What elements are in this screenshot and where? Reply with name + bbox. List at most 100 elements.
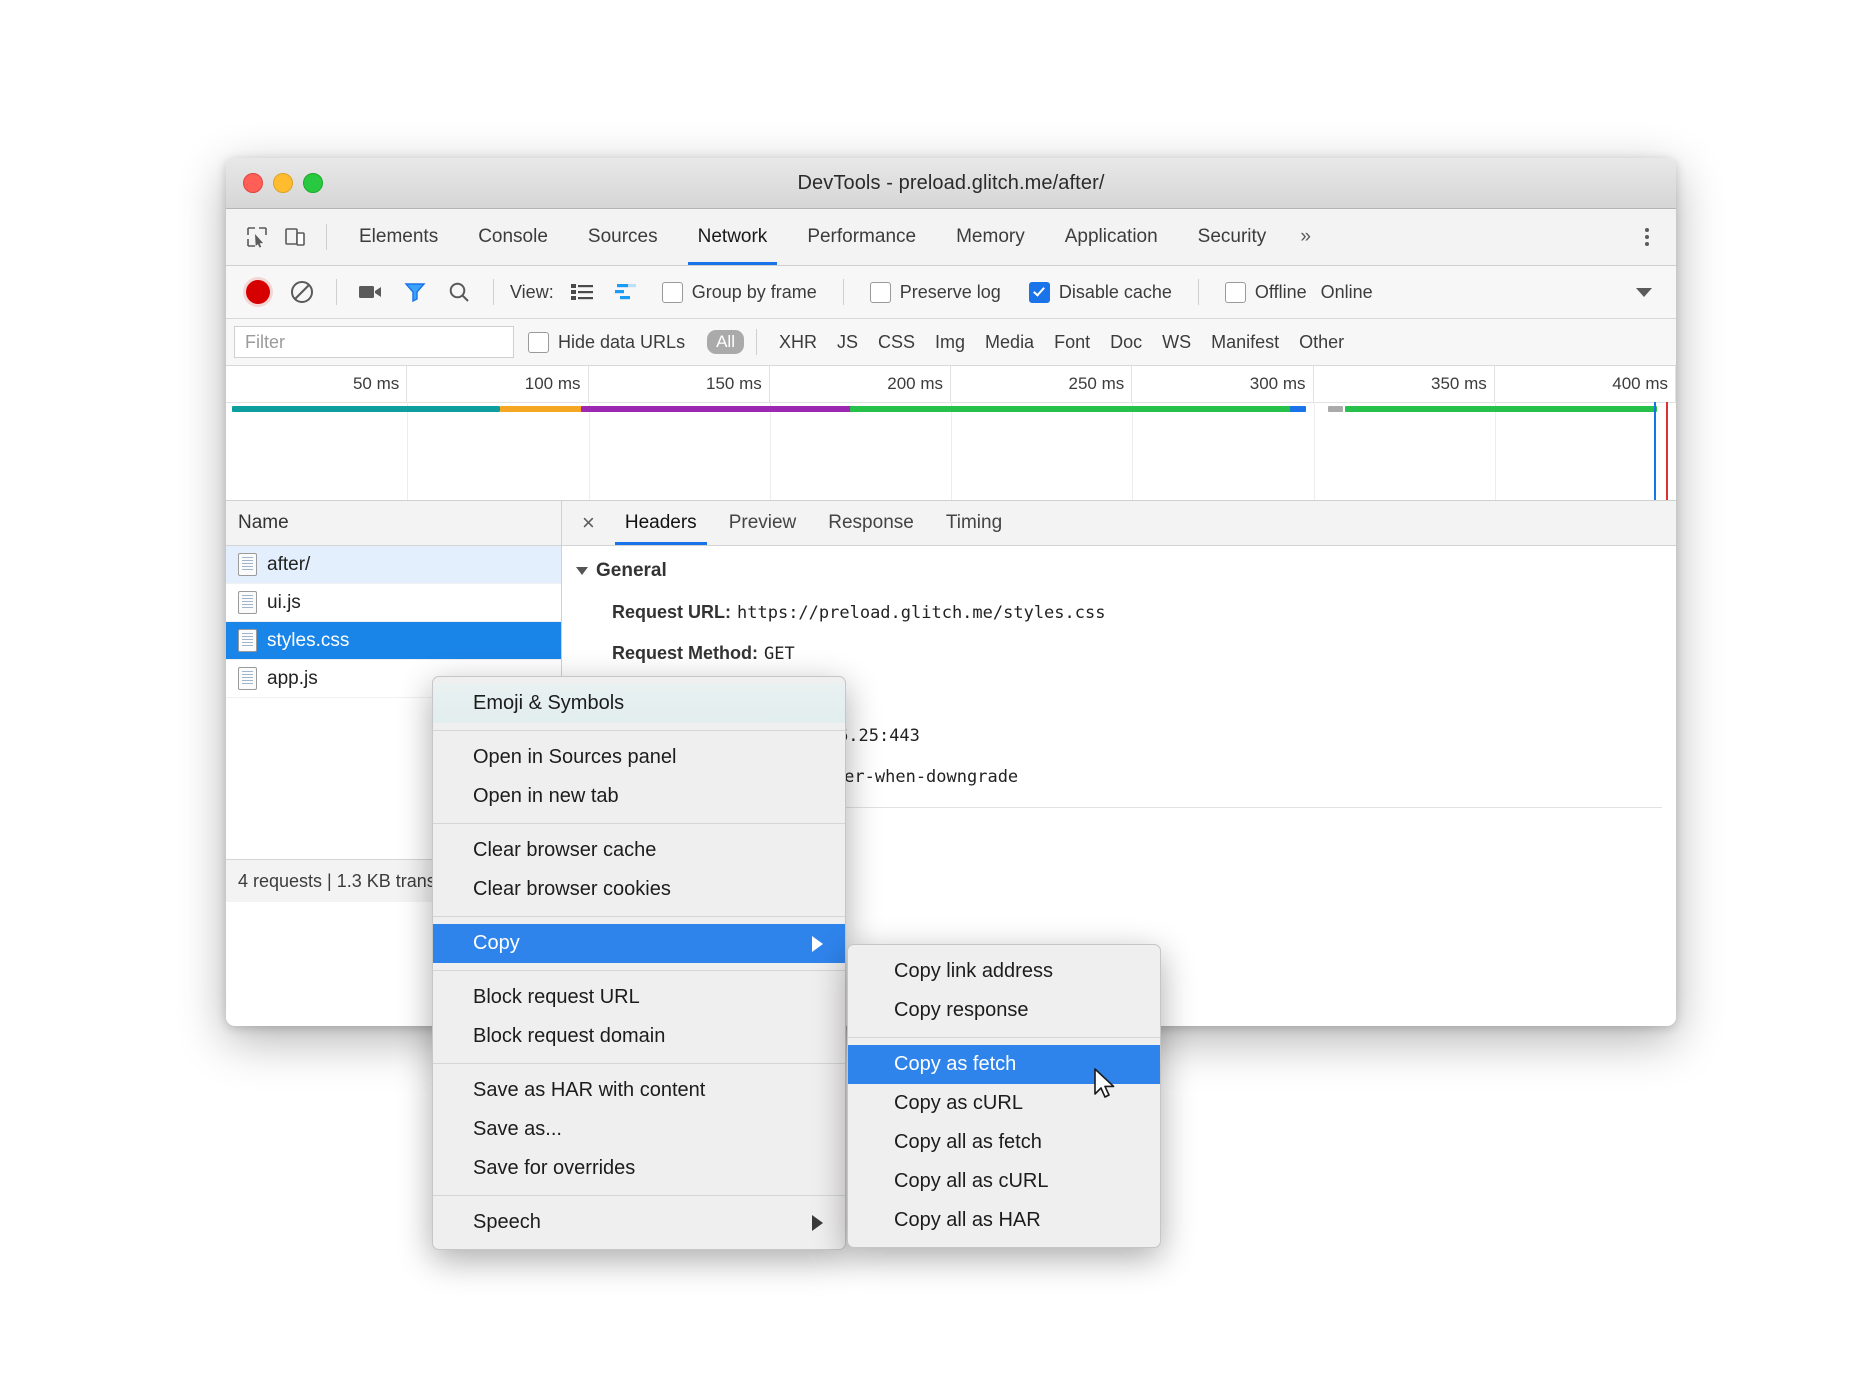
menu-item-copy-response[interactable]: Copy response [848,991,1160,1030]
context-menu[interactable]: Emoji & Symbols Open in Sources panel Op… [432,676,846,1250]
hide-data-urls-checkbox[interactable]: Hide data URLs [528,332,685,353]
menu-item-label: Copy link address [894,960,1053,983]
general-section-header[interactable]: General [576,560,1676,582]
timeline-bar [232,406,500,412]
tab-response[interactable]: Response [812,501,930,545]
menu-item-clear-browser-cookies[interactable]: Clear browser cookies [433,870,845,909]
menu-item-block-request-url[interactable]: Block request URL [433,978,845,1017]
column-header-name[interactable]: Name [226,501,561,546]
table-row[interactable]: ui.js [226,584,561,622]
tab-network[interactable]: Network [678,209,788,265]
tab-security[interactable]: Security [1178,209,1287,265]
filter-type-font[interactable]: Font [1044,332,1100,353]
menu-item-label: Copy all as cURL [894,1170,1049,1193]
menu-item-label: Open in Sources panel [473,746,676,769]
filter-type-ws[interactable]: WS [1152,332,1201,353]
preserve-log-checkbox[interactable]: Preserve log [870,282,1001,303]
filter-type-xhr[interactable]: XHR [769,332,827,353]
search-input[interactable]: Filter [234,326,514,358]
tab-elements[interactable]: Elements [339,209,458,265]
divider [326,224,327,250]
list-view-icon[interactable] [560,270,604,314]
menu-item-speech[interactable]: Speech [433,1203,845,1242]
tab-headers[interactable]: Headers [609,501,713,545]
table-row[interactable]: after/ [226,546,561,584]
close-icon[interactable]: × [576,512,609,534]
record-button-icon[interactable] [236,270,280,314]
menu-item-open-in-new-tab[interactable]: Open in new tab [433,777,845,816]
chevron-down-icon[interactable] [1622,270,1666,314]
title-bar: DevTools - preload.glitch.me/after/ [226,158,1676,209]
filter-type-js[interactable]: JS [827,332,868,353]
disable-cache-checkbox[interactable]: Disable cache [1029,282,1172,303]
filter-type-other[interactable]: Other [1289,332,1354,353]
network-overview-timeline[interactable]: 50 ms 100 ms 150 ms 200 ms 250 ms 300 ms… [226,366,1676,501]
tab-label: Headers [625,512,697,534]
filter-type-manifest[interactable]: Manifest [1201,332,1289,353]
filter-type-media[interactable]: Media [975,332,1044,353]
menu-item-copy[interactable]: Copy [433,924,845,963]
menu-item-save-as[interactable]: Save as... [433,1110,845,1149]
timeline-tick: 250 ms [951,366,1132,402]
tab-label: Sources [588,226,658,248]
request-name: after/ [267,554,310,576]
document-icon [238,553,257,576]
tab-application[interactable]: Application [1045,209,1178,265]
inspect-element-icon[interactable] [238,218,276,256]
menu-item-copy-all-as-fetch[interactable]: Copy all as fetch [848,1123,1160,1162]
menu-item-clear-browser-cache[interactable]: Clear browser cache [433,831,845,870]
menu-item-save-for-overrides[interactable]: Save for overrides [433,1149,845,1188]
menu-item-label: Copy as fetch [894,1053,1016,1076]
checkbox-box [528,332,549,353]
clear-icon[interactable] [280,270,324,314]
filter-type-all[interactable]: All [707,330,744,354]
menu-item-label: Copy [473,932,520,955]
menu-item-open-in-sources-panel[interactable]: Open in Sources panel [433,738,845,777]
tab-preview[interactable]: Preview [713,501,813,545]
magnifier-icon[interactable] [437,270,481,314]
filter-type-css[interactable]: CSS [868,332,925,353]
filter-type-doc[interactable]: Doc [1100,332,1152,353]
tab-console[interactable]: Console [458,209,568,265]
menu-separator [848,1037,1160,1038]
table-row[interactable]: styles.css [226,622,561,660]
timeline-marker-dcl [1654,402,1656,500]
filter-type-img[interactable]: Img [925,332,975,353]
general-request-url: Request URL: https://preload.glitch.me/s… [612,602,1676,623]
checkbox-label: Disable cache [1059,282,1172,303]
menu-item-copy-link-address[interactable]: Copy link address [848,952,1160,991]
tab-memory[interactable]: Memory [936,209,1045,265]
divider [493,279,494,305]
menu-item-copy-all-as-curl[interactable]: Copy all as cURL [848,1162,1160,1201]
more-tabs-icon[interactable]: » [1286,226,1325,248]
request-name: ui.js [267,592,301,614]
waterfall-view-icon[interactable] [604,270,648,314]
tab-performance[interactable]: Performance [787,209,936,265]
tab-label: Elements [359,226,438,248]
triangle-down-icon [576,567,588,575]
throttling-value[interactable]: Online [1321,282,1373,303]
mouse-pointer-icon [1093,1068,1119,1102]
camera-icon[interactable] [349,270,393,314]
tab-sources[interactable]: Sources [568,209,678,265]
menu-item-label: Clear browser cache [473,839,656,862]
menu-separator [433,1195,845,1196]
checkbox-label: Preserve log [900,282,1001,303]
request-name: styles.css [267,630,349,652]
menu-item-copy-all-as-har[interactable]: Copy all as HAR [848,1201,1160,1240]
timeline-tick: 400 ms [1495,366,1676,402]
menu-separator [433,730,845,731]
offline-checkbox[interactable]: Offline [1225,282,1307,303]
field-key: Request URL: [612,602,731,623]
menu-item-emoji-symbols[interactable]: Emoji & Symbols [433,684,845,723]
tab-timing[interactable]: Timing [930,501,1018,545]
kebab-menu-icon[interactable] [1630,220,1664,254]
timeline-tick: 350 ms [1314,366,1495,402]
device-toolbar-icon[interactable] [276,218,314,256]
filter-funnel-icon[interactable] [393,270,437,314]
timeline-marker-load [1666,402,1668,500]
timeline-bar [1328,406,1343,412]
menu-item-block-request-domain[interactable]: Block request domain [433,1017,845,1056]
group-by-frame-checkbox[interactable]: Group by frame [662,282,817,303]
menu-item-save-as-har-with-content[interactable]: Save as HAR with content [433,1071,845,1110]
